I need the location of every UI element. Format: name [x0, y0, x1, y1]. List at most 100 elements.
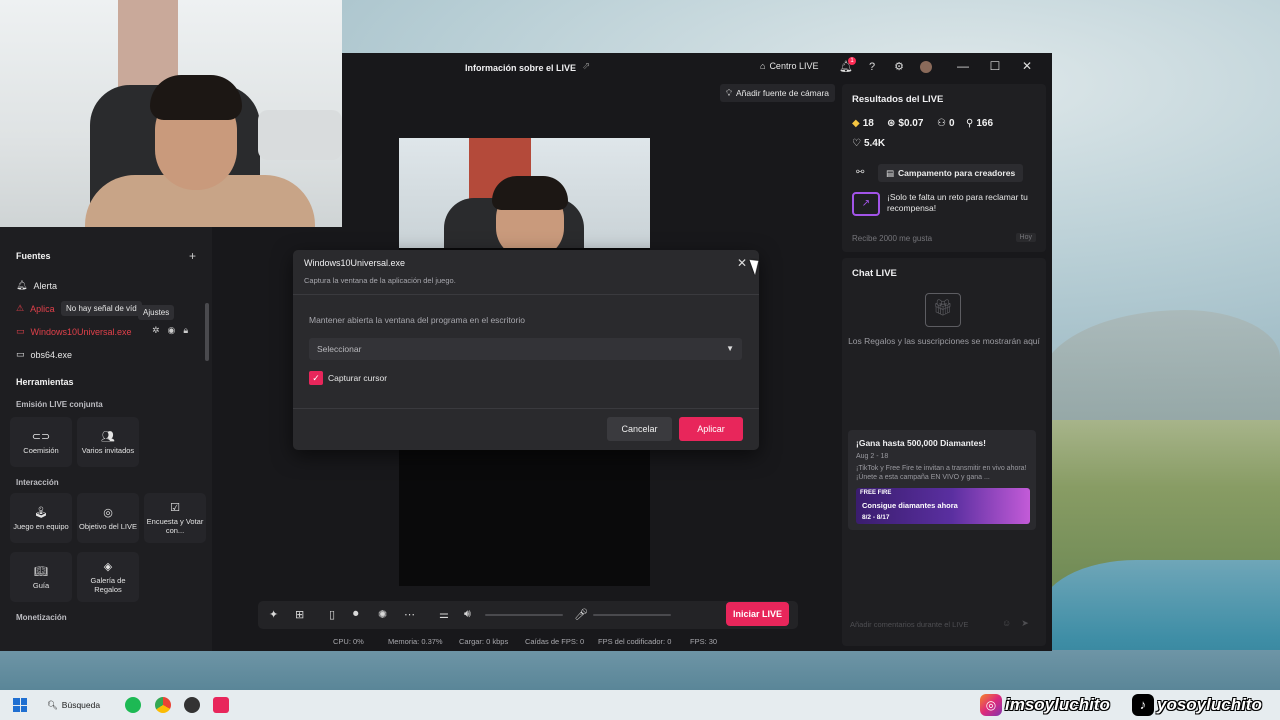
record-icon[interactable]: ⏺ — [353, 608, 359, 621]
today-badge: Hoy — [1015, 233, 1036, 242]
source-item-obs64[interactable]: ▭ obs64.exe — [16, 349, 72, 360]
maximize-button[interactable]: ☐ — [987, 59, 1003, 73]
tool-label: Varios invitados — [81, 445, 135, 455]
tiktok-overlay: ♪ yosoyluchito — [1132, 690, 1262, 720]
source-item-alerta[interactable]: 🔔︎ Alerta — [16, 280, 57, 291]
comment-tools: ☺ ➤ — [1002, 618, 1029, 629]
comment-input[interactable]: Añadir comentarios durante el LIVE — [850, 620, 1000, 629]
promo-banner[interactable]: FREE FIRE Consigue diamantes ahora 8/2 -… — [856, 488, 1030, 524]
tiktok-handle: yosoyluchito — [1157, 695, 1262, 714]
preview-camera-feed — [399, 138, 650, 248]
source-label: Aplica — [30, 303, 55, 314]
search-label: Búsqueda — [61, 700, 101, 710]
free-fire-logo: FREE FIRE — [860, 490, 892, 496]
apply-button[interactable]: Aplicar — [679, 417, 743, 441]
chrome-icon[interactable] — [155, 697, 171, 713]
banner-date: 8/2 - 8/17 — [862, 514, 890, 521]
left-sidebar: Fuentes + 🔔︎ Alerta ⚠ Aplica No hay seña… — [0, 227, 212, 651]
users-icon: 👥︎ — [101, 430, 115, 443]
mixer-icon[interactable]: ⚌ — [439, 608, 449, 621]
add-camera-source-button[interactable]: 💡︎ Añadir fuente de cámara — [720, 84, 836, 102]
tool-galeria-regalos[interactable]: ◈ Galería de Regalos — [77, 552, 139, 602]
more-icon[interactable]: ⋯ — [404, 608, 415, 621]
results-title: Resultados del LIVE — [852, 94, 944, 105]
cancel-button[interactable]: Cancelar — [607, 417, 672, 441]
close-icon[interactable]: ✕ — [737, 256, 747, 270]
centro-live-button[interactable]: ⌂ Centro LIVE — [760, 61, 818, 71]
diamond-icon: ◆ — [852, 118, 860, 129]
notification-badge: 1 — [848, 57, 856, 65]
magic-wand-icon[interactable]: ✦ — [269, 608, 278, 621]
spotify-icon[interactable] — [125, 697, 141, 713]
encoder-fps-stat: FPS del codificador: 0 — [598, 637, 672, 646]
microphone-icon[interactable]: 🎤︎ — [574, 608, 588, 621]
taskbar-search[interactable]: 🔍︎ Búsqueda — [47, 697, 117, 713]
sources-heading: Fuentes — [16, 251, 51, 261]
webcam-pillow — [258, 110, 342, 160]
tool-label: Coemisión — [23, 445, 59, 455]
capture-cursor-label[interactable]: Capturar cursor — [328, 373, 387, 383]
webcam-person-hair — [150, 75, 242, 120]
effects-icon[interactable]: ✺ — [378, 608, 387, 621]
minimize-button[interactable]: — — [955, 59, 971, 73]
gear-icon[interactable]: ⚙ — [892, 60, 906, 74]
source-item-windows10universal[interactable]: ▭ Windows10Universal.exe — [16, 326, 132, 337]
sources-scrollbar[interactable] — [205, 303, 209, 361]
gift-gallery-icon: ◈ — [103, 561, 113, 573]
webcam-overlay — [0, 0, 342, 227]
creator-camp-button[interactable]: ▤ Campamento para creadores — [878, 164, 1024, 182]
lightbulb-icon: 💡︎ — [726, 87, 732, 98]
tool-guia[interactable]: 📖︎ Guía — [10, 552, 72, 602]
cpu-stat: CPU: 0% — [333, 637, 364, 646]
window-select-dropdown[interactable]: Seleccionar ▼ — [309, 338, 742, 360]
challenge-text: ¡Solo te falta un reto para reclamar tu … — [887, 192, 1028, 213]
share-icon[interactable]: ⇗ — [582, 61, 590, 72]
source-item-aplica[interactable]: ⚠ Aplica — [16, 303, 55, 314]
tool-varios-invitados[interactable]: 👥︎ Varios invitados — [77, 417, 139, 467]
likes-value: 5.4K — [863, 138, 886, 149]
speaker-icon[interactable]: 🔊︎ — [464, 608, 471, 621]
tool-label: Juego en equipo — [13, 521, 69, 531]
campaign-promo-card[interactable]: ¡Gana hasta 500,000 Diamantes! Aug 2 - 1… — [848, 430, 1036, 530]
instagram-handle: imsoyluchito — [1005, 695, 1110, 714]
bell-icon: 🔔︎ — [16, 280, 28, 290]
tiktok-icon: ♪ — [1132, 694, 1154, 716]
heart-icon: ♡ — [852, 138, 861, 149]
link-icon: ⊂⊃ — [31, 430, 51, 443]
coin-icon: ⊛ — [887, 118, 896, 129]
volume-slider[interactable] — [485, 614, 563, 616]
live-results-panel: Resultados del LIVE ◆ 18 ⊛ $0.07 ⚇ 0 ⚲ 1… — [842, 84, 1046, 252]
mic-slider[interactable] — [593, 614, 671, 616]
capture-cursor-checkbox[interactable]: ✓ — [309, 371, 323, 385]
obs-icon[interactable] — [184, 697, 200, 713]
tool-label: Galería de Regalos — [90, 576, 126, 594]
add-source-button[interactable]: + — [189, 249, 196, 263]
viewers-icon: ⚇ — [937, 118, 946, 129]
earnings-stat: ⊛ $0.07 — [887, 118, 923, 129]
live-chat-panel: Chat LIVE 🎁︎ Los Regalos y las suscripci… — [842, 258, 1046, 646]
help-icon[interactable]: ? — [865, 60, 879, 74]
tool-juego-en-equipo[interactable]: 🕹︎ Juego en equipo — [10, 493, 72, 543]
close-window-button[interactable]: ✕ — [1019, 59, 1035, 73]
emoji-icon[interactable]: ☺ — [1002, 618, 1011, 629]
source-label: obs64.exe — [30, 349, 73, 360]
tiktok-live-studio-icon[interactable] — [213, 697, 229, 713]
lock-icon[interactable]: 🔒︎ — [183, 325, 188, 336]
promo-description: ¡TikTok y Free Fire te invitan a transmi… — [856, 465, 1027, 481]
tools-heading: Herramientas — [16, 377, 74, 387]
tool-encuesta[interactable]: ☑ Encuesta y Votar con... — [144, 493, 206, 543]
windows-start-icon[interactable] — [13, 698, 27, 712]
followers-value: 166 — [976, 118, 994, 129]
avatar[interactable] — [920, 61, 932, 73]
add-media-icon[interactable]: ⊞ — [295, 608, 304, 621]
preview-person-hair — [492, 176, 568, 210]
tool-objetivo-live[interactable]: ◎ Objetivo del LIVE — [77, 493, 139, 543]
go-live-button[interactable]: Iniciar LIVE — [726, 602, 789, 626]
tool-coemision[interactable]: ⊂⊃ Coemisión — [10, 417, 72, 467]
send-icon[interactable]: ➤ — [1021, 618, 1029, 629]
phone-icon[interactable]: ▯ — [329, 608, 335, 621]
settings-icon[interactable]: ✲ — [152, 325, 160, 336]
eye-icon[interactable]: ◉ — [168, 325, 176, 336]
warning-icon: ⚠ — [16, 303, 25, 313]
tool-label: Encuesta y Votar con... — [146, 517, 204, 535]
